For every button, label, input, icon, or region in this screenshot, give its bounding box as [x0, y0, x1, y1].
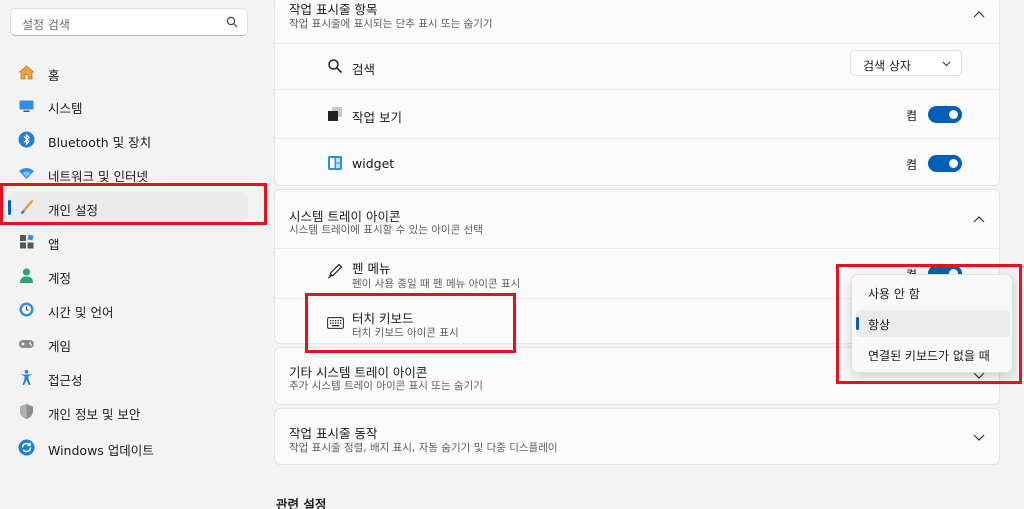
section-subtitle: 시스템 트레이에 표시할 수 있는 아이콘 선택	[289, 224, 483, 236]
taskbar-items-header[interactable]: 작업 표시줄 항목 작업 표시줄에 표시되는 단추 표시 또는 숨기기	[275, 0, 999, 43]
annotation-box-personalization	[0, 183, 267, 225]
dropdown-value: 검색 상자	[863, 59, 911, 73]
sidebar-item-label: 계정	[48, 271, 72, 286]
search-placeholder: 설정 검색	[22, 18, 70, 32]
taskbar-items-card: 작업 표시줄 항목 작업 표시줄에 표시되는 단추 표시 또는 숨기기 검색 작…	[274, 0, 1000, 186]
toggle-state: 켬	[906, 158, 918, 172]
row-label: 검색	[352, 62, 376, 77]
sidebar-item-label: Windows 업데이트	[48, 443, 154, 458]
sidebar-item-label: 홈	[48, 68, 60, 83]
annotation-box-menu	[836, 264, 1022, 384]
wifi-icon	[19, 168, 34, 179]
search-input[interactable]: 설정 검색	[10, 8, 248, 36]
annotation-box-touch-keyboard	[305, 293, 516, 353]
chevron-down-icon[interactable]	[973, 434, 985, 442]
sidebar-item-home[interactable]: 홈	[8, 57, 248, 87]
bluetooth-icon	[18, 131, 35, 148]
related-settings-title: 관련 설정	[276, 497, 327, 509]
sidebar-item-accessibility[interactable]: 접근성	[8, 362, 248, 392]
task-view-icon	[328, 107, 342, 121]
tray-icons-header[interactable]: 시스템 트레이 아이콘 시스템 트레이에 표시할 수 있는 아이콘 선택	[275, 190, 999, 248]
taskbar-behavior-card[interactable]: 작업 표시줄 동작 작업 표시줄 정렬, 배지 표시, 자동 숨기기 및 다중 …	[274, 408, 1000, 465]
chevron-down-icon	[942, 61, 951, 67]
sidebar-item-system[interactable]: 시스템	[8, 90, 248, 120]
search-icon	[328, 59, 343, 74]
sidebar-item-label: 게임	[48, 339, 72, 354]
section-subtitle: 작업 표시줄 정렬, 배지 표시, 자동 숨기기 및 다중 디스플레이	[289, 442, 558, 454]
sidebar-item-label: 개인 정보 및 보안	[48, 407, 141, 422]
account-icon	[20, 268, 33, 283]
pen-icon	[327, 263, 343, 279]
widget-icon	[328, 156, 342, 170]
sidebar-item-accounts[interactable]: 계정	[8, 260, 248, 290]
sidebar-item-label: 시스템	[48, 101, 83, 116]
sidebar-item-bluetooth[interactable]: Bluetooth 및 장치	[8, 124, 248, 154]
sidebar-item-gaming[interactable]: 게임	[8, 328, 248, 358]
row-label: widget	[352, 156, 395, 171]
taskbar-item-taskview-row: 작업 보기 켬	[275, 89, 999, 138]
sidebar-item-windows-update[interactable]: Windows 업데이트	[8, 432, 248, 462]
apps-icon	[20, 234, 34, 249]
section-subtitle: 추가 시스템 트레이 아이콘 표시 또는 숨기기	[289, 380, 483, 392]
task-view-toggle[interactable]	[928, 106, 962, 123]
search-mode-dropdown[interactable]: 검색 상자	[850, 50, 962, 76]
home-icon	[18, 65, 35, 80]
accessibility-icon	[20, 370, 33, 385]
search-icon	[226, 16, 238, 28]
sidebar-item-label: 시간 및 언어	[48, 305, 114, 320]
sidebar-item-privacy[interactable]: 개인 정보 및 보안	[8, 396, 248, 426]
row-label: 펜 메뉴	[352, 261, 391, 276]
chevron-up-icon[interactable]	[973, 215, 985, 223]
update-icon	[18, 439, 35, 456]
row-label: 작업 보기	[352, 110, 402, 125]
gamepad-icon	[19, 340, 34, 348]
toggle-state: 켬	[906, 109, 918, 123]
section-subtitle: 작업 표시줄에 표시되는 단추 표시 또는 숨기기	[289, 18, 493, 30]
sidebar-item-label: 앱	[48, 237, 60, 252]
shield-icon	[20, 404, 33, 419]
sidebar-item-time-language[interactable]: 시간 및 언어	[8, 294, 248, 324]
system-icon	[19, 100, 34, 112]
widget-toggle[interactable]	[928, 155, 962, 172]
row-sublabel: 펜이 사용 중일 때 펜 메뉴 아이콘 표시	[352, 278, 521, 290]
taskbar-item-widget-row: widget 켬	[275, 138, 999, 187]
sidebar-item-label: 접근성	[48, 373, 83, 388]
sidebar-item-label: Bluetooth 및 장치	[48, 135, 152, 150]
sidebar-item-apps[interactable]: 앱	[8, 226, 248, 256]
sidebar: 설정 검색 홈 시스템 Bluetooth 및 장치 네트워크 및 인터넷 개인…	[0, 0, 262, 509]
clock-globe-icon	[19, 302, 34, 317]
chevron-up-icon[interactable]	[973, 10, 985, 18]
